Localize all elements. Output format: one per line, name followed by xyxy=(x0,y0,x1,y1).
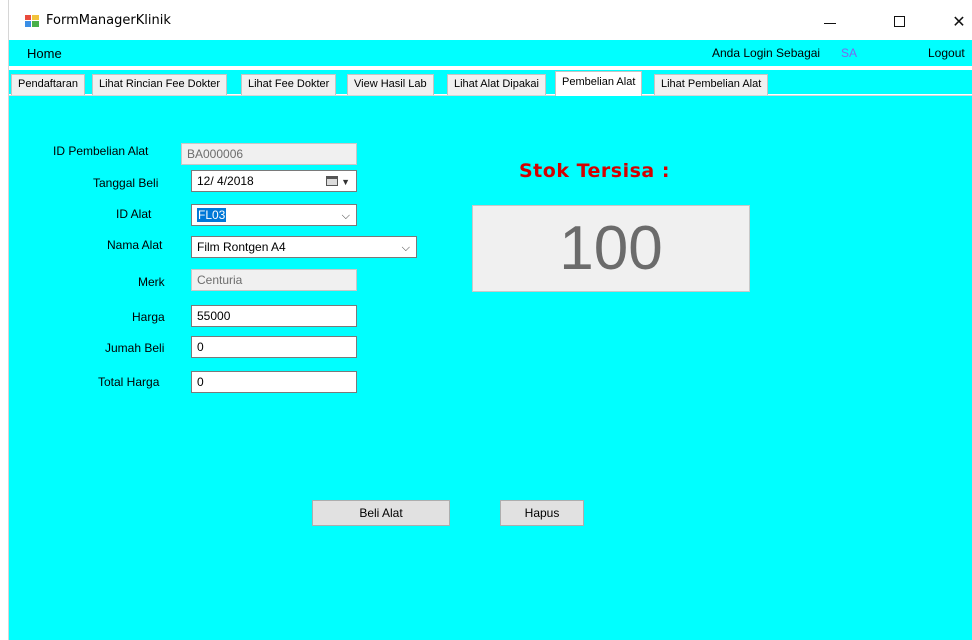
stok-title: Stok Tersisa : xyxy=(519,160,670,182)
tab-lihat-fee-dokter[interactable]: Lihat Fee Dokter xyxy=(241,74,337,95)
merk-value: Centuria xyxy=(197,273,243,287)
window-title: FormManagerKlinik xyxy=(46,13,171,28)
tab-strip: Pendaftaran Lihat Rincian Fee Dokter Lih… xyxy=(9,70,972,96)
tab-lihat-pembelian-alat[interactable]: Lihat Pembelian Alat xyxy=(654,74,769,95)
chevron-down-icon: ⌵ xyxy=(341,210,350,222)
label-harga: Harga xyxy=(132,310,165,324)
hapus-button[interactable]: Hapus xyxy=(500,500,584,526)
id-pembelian-value: BA000006 xyxy=(187,147,244,161)
total-harga-value: 0 xyxy=(197,375,204,389)
maximize-icon xyxy=(893,15,905,27)
label-id-pembelian: ID Pembelian Alat xyxy=(53,144,149,158)
calendar-icon xyxy=(326,176,338,186)
jumlah-beli-value: 0 xyxy=(197,340,204,354)
label-id-alat: ID Alat xyxy=(116,207,152,221)
chevron-down-icon: ▼ xyxy=(341,177,350,187)
label-jumlah-beli: Jumah Beli xyxy=(105,341,165,355)
merk-field: Centuria xyxy=(191,269,357,291)
window-left-edge xyxy=(0,0,9,640)
minimize-button[interactable] xyxy=(810,8,850,34)
menu-logout[interactable]: Logout xyxy=(928,46,965,60)
tab-pembelian-alat[interactable]: Pembelian Alat xyxy=(555,71,643,96)
title-bar: FormManagerKlinik ✕ xyxy=(9,0,972,40)
maximize-button[interactable] xyxy=(879,8,919,34)
tanggal-beli-picker[interactable]: 12/ 4/2018 ▼ xyxy=(191,170,357,192)
id-alat-value: FL03 xyxy=(197,208,227,222)
login-label: Anda Login Sebagai xyxy=(712,46,821,60)
id-alat-combo[interactable]: FL03 ⌵ xyxy=(191,204,357,226)
beli-alat-button[interactable]: Beli Alat xyxy=(312,500,450,526)
app-icon xyxy=(25,15,39,27)
tab-view-hasil-lab[interactable]: View Hasil Lab xyxy=(347,74,434,95)
close-icon: ✕ xyxy=(952,11,966,31)
tab-lihat-alat-dipakai[interactable]: Lihat Alat Dipakai xyxy=(447,74,546,95)
tab-lihat-rincian-fee-dokter[interactable]: Lihat Rincian Fee Dokter xyxy=(92,74,228,95)
total-harga-field[interactable]: 0 xyxy=(191,371,357,393)
content-panel: ID Pembelian Alat BA000006 Tanggal Beli … xyxy=(9,96,972,640)
menu-bar: Home Anda Login Sebagai SA Logout xyxy=(9,40,972,66)
login-user: SA xyxy=(841,46,858,60)
jumlah-beli-field[interactable]: 0 xyxy=(191,336,357,358)
stok-display: 100 xyxy=(472,205,750,292)
chevron-down-icon: ⌵ xyxy=(401,242,410,254)
label-total-harga: Total Harga xyxy=(98,375,160,389)
label-tanggal-beli: Tanggal Beli xyxy=(93,176,159,190)
menu-home[interactable]: Home xyxy=(27,46,62,61)
close-button[interactable]: ✕ xyxy=(939,8,972,34)
harga-field[interactable]: 55000 xyxy=(191,305,357,327)
harga-value: 55000 xyxy=(197,309,231,323)
nama-alat-value: Film Rontgen A4 xyxy=(197,240,286,254)
label-merk: Merk xyxy=(138,275,165,289)
tanggal-beli-value: 12/ 4/2018 xyxy=(197,174,254,188)
minimize-icon xyxy=(824,22,836,24)
id-pembelian-field: BA000006 xyxy=(181,143,357,165)
nama-alat-combo[interactable]: Film Rontgen A4 ⌵ xyxy=(191,236,417,258)
label-nama-alat: Nama Alat xyxy=(107,238,163,252)
tab-pendaftaran[interactable]: Pendaftaran xyxy=(11,74,85,95)
